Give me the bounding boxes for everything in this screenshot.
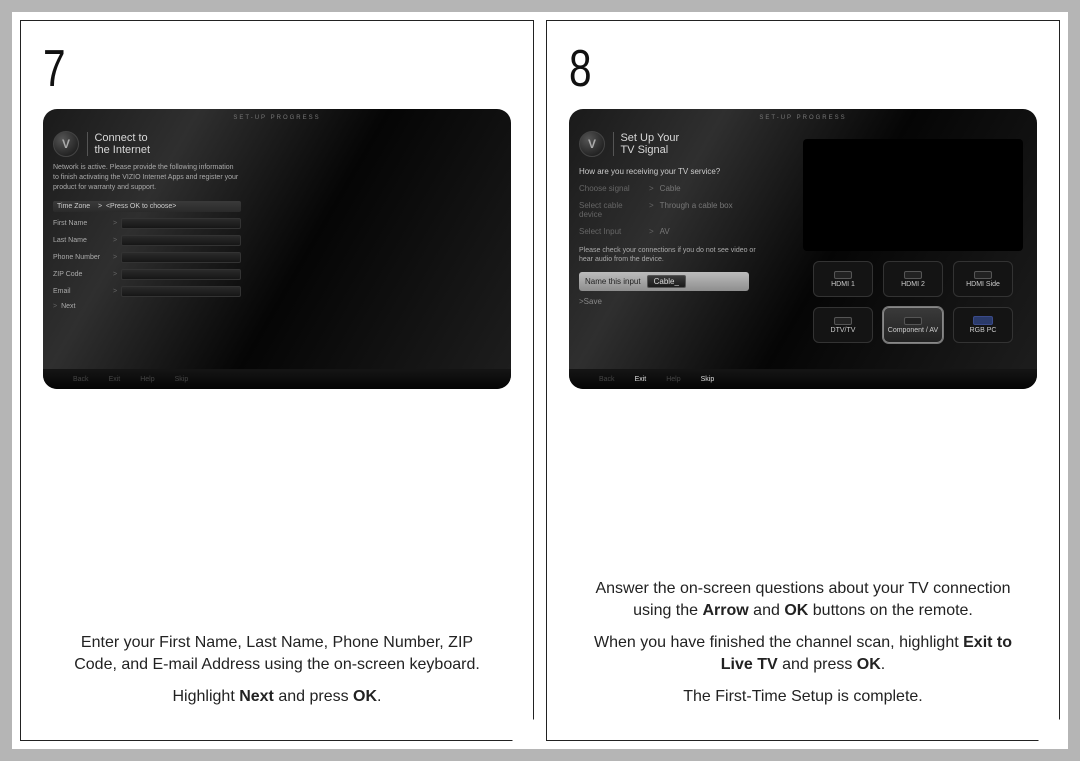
step-7-instr-p2: Highlight Next and press OK.	[61, 686, 493, 708]
chevron-right-icon: >	[113, 254, 117, 261]
step-7-card: 7 SET-UP PROGRESS V Connect to the Inter…	[20, 20, 534, 741]
email-field[interactable]	[121, 286, 241, 297]
lastname-field[interactable]	[121, 235, 241, 246]
zip-row[interactable]: ZIP Code >	[53, 269, 241, 280]
vizio-logo-icon: V	[579, 131, 605, 157]
step-7-instr-p1: Enter your First Name, Last Name, Phone …	[61, 632, 493, 676]
tile-dtv-tv[interactable]: DTV/TV	[813, 307, 873, 343]
save-link[interactable]: >Save	[579, 297, 767, 306]
panel-title-line1: Set Up Your	[620, 132, 679, 144]
panel-title-line1: Connect to	[94, 132, 147, 144]
hdmi-port-icon	[974, 271, 992, 279]
vga-port-icon	[973, 316, 993, 325]
signal-question: How are you receiving your TV service?	[579, 167, 767, 176]
next-label: Next	[61, 303, 75, 310]
help-button[interactable]: Help	[140, 376, 154, 383]
choose-signal-label: Choose signal	[579, 184, 643, 193]
tile-rgb-pc[interactable]: RGB PC	[953, 307, 1013, 343]
select-input-row[interactable]: Select Input > AV	[579, 227, 767, 236]
zip-field[interactable]	[121, 269, 241, 280]
timezone-row[interactable]: Time Zone > <Press OK to choose>	[53, 201, 241, 212]
step-7-instructions: Enter your First Name, Last Name, Phone …	[43, 632, 511, 718]
name-input-label: Name this input	[585, 277, 641, 286]
back-button[interactable]: Back	[73, 376, 89, 383]
name-input-value[interactable]: Cable_	[647, 275, 686, 288]
email-row[interactable]: Email >	[53, 286, 241, 297]
check-connections-note: Please check your connections if you do …	[579, 246, 767, 264]
timezone-value: <Press OK to choose>	[106, 203, 176, 210]
back-button[interactable]: Back	[599, 376, 615, 383]
tile-hdmi1[interactable]: HDMI 1	[813, 261, 873, 297]
step-8-instructions: Answer the on-screen questions about you…	[569, 578, 1037, 718]
input-tiles: HDMI 1 HDMI 2 HDMI Side DTV/TV Component…	[803, 261, 1023, 343]
step-8-card: 8 SET-UP PROGRESS V Set Up Your TV Signa…	[546, 20, 1060, 741]
select-input-label: Select Input	[579, 227, 643, 236]
chevron-right-icon: >	[53, 303, 57, 310]
step-8-screenshot: SET-UP PROGRESS V Set Up Your TV Signal …	[569, 109, 1037, 389]
step-8-instr-p2: When you have finished the channel scan,…	[587, 632, 1019, 676]
hdmi-port-icon	[834, 271, 852, 279]
lastname-row[interactable]: Last Name >	[53, 235, 241, 246]
chevron-right-icon: >	[113, 271, 117, 278]
chevron-right-icon: >	[113, 288, 117, 295]
panel-title-line2: TV Signal	[620, 144, 668, 156]
tile-hdmi-side[interactable]: HDMI Side	[953, 261, 1013, 297]
select-cable-value: Through a cable box	[660, 201, 733, 219]
bottom-bar-right: Back Exit Help Skip	[569, 369, 1037, 389]
exit-button[interactable]: Exit	[635, 376, 647, 383]
phone-row[interactable]: Phone Number >	[53, 252, 241, 263]
signal-panel: V Set Up Your TV Signal How are you rece…	[579, 131, 767, 306]
setup-progress-header: SET-UP PROGRESS	[43, 115, 511, 121]
step-8-instr-p3: The First-Time Setup is complete.	[587, 686, 1019, 708]
name-input-row[interactable]: Name this input Cable_	[579, 272, 749, 291]
timezone-label: Time Zone	[57, 203, 90, 210]
tile-hdmi2[interactable]: HDMI 2	[883, 261, 943, 297]
page: 7 SET-UP PROGRESS V Connect to the Inter…	[12, 12, 1068, 749]
choose-signal-row[interactable]: Choose signal > Cable	[579, 184, 767, 193]
step-7-screenshot: SET-UP PROGRESS V Connect to the Interne…	[43, 109, 511, 389]
chevron-right-icon: >	[649, 201, 654, 219]
step-8-number: 8	[569, 39, 934, 99]
bottom-bar-left: Back Exit Help Skip	[43, 369, 511, 389]
setup-progress-header: SET-UP PROGRESS	[569, 115, 1037, 121]
email-label: Email	[53, 288, 109, 295]
component-port-icon	[904, 317, 922, 325]
choose-signal-value: Cable	[660, 184, 681, 193]
chevron-right-icon: >	[113, 220, 117, 227]
help-button[interactable]: Help	[666, 376, 680, 383]
firstname-field[interactable]	[121, 218, 241, 229]
step-8-instr-p1: Answer the on-screen questions about you…	[587, 578, 1019, 622]
select-cable-label: Select cable device	[579, 201, 643, 219]
phone-label: Phone Number	[53, 254, 109, 261]
phone-field[interactable]	[121, 252, 241, 263]
zip-label: ZIP Code	[53, 271, 109, 278]
video-preview	[803, 139, 1023, 251]
panel-description: Network is active. Please provide the fo…	[53, 163, 241, 193]
coax-port-icon	[834, 317, 852, 325]
lastname-label: Last Name	[53, 237, 109, 244]
select-input-value: AV	[660, 227, 670, 236]
firstname-row[interactable]: First Name >	[53, 218, 241, 229]
panel-title-line2: the Internet	[94, 144, 150, 156]
exit-button[interactable]: Exit	[109, 376, 121, 383]
tile-component-av[interactable]: Component / AV	[883, 307, 943, 343]
skip-button[interactable]: Skip	[175, 376, 189, 383]
skip-button[interactable]: Skip	[701, 376, 715, 383]
chevron-right-icon: >	[649, 227, 654, 236]
vizio-logo-icon: V	[53, 131, 79, 157]
panel-title: Connect to the Internet	[87, 132, 150, 156]
chevron-right-icon: >	[649, 184, 654, 193]
chevron-right-icon: >	[113, 237, 117, 244]
panel-title: Set Up Your TV Signal	[613, 132, 679, 156]
select-cable-row[interactable]: Select cable device > Through a cable bo…	[579, 201, 767, 219]
connect-internet-panel: V Connect to the Internet Network is act…	[53, 131, 241, 310]
next-row[interactable]: > Next	[53, 303, 241, 310]
hdmi-port-icon	[904, 271, 922, 279]
firstname-label: First Name	[53, 220, 109, 227]
step-7-number: 7	[43, 39, 408, 99]
